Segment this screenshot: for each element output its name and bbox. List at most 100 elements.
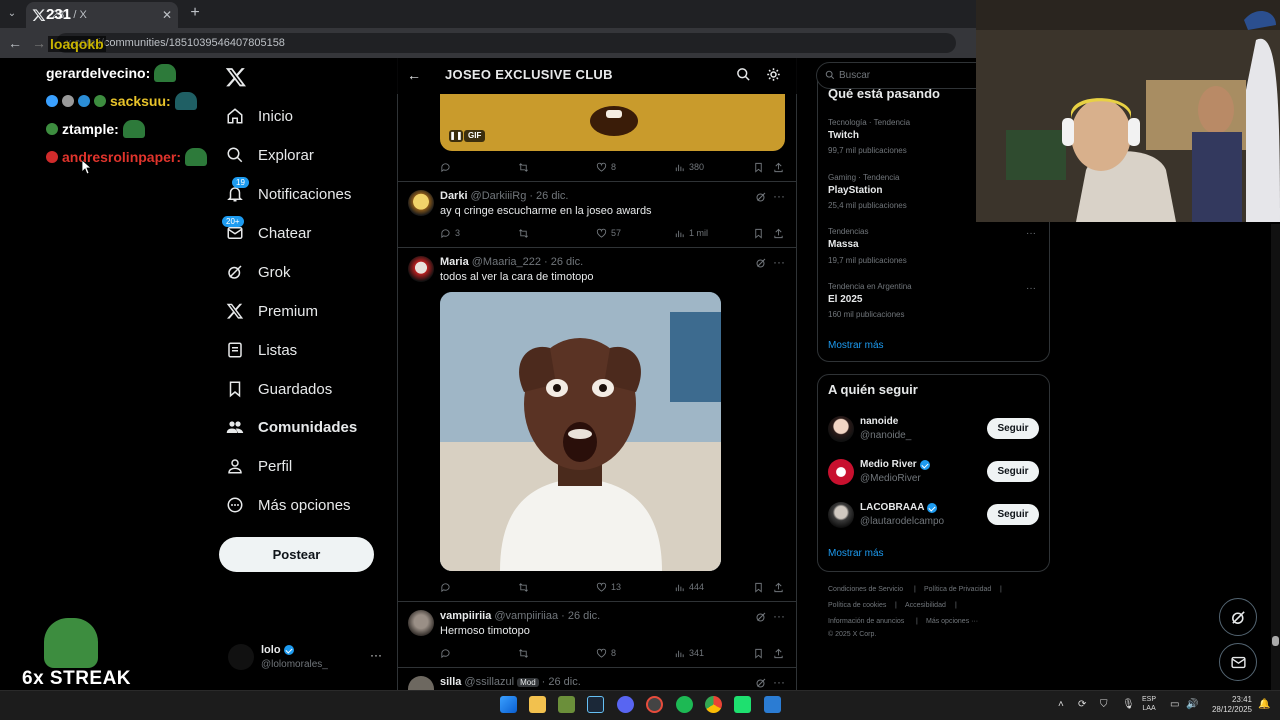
steam-icon[interactable] [587,696,604,713]
new-tab-button[interactable]: + [186,4,204,22]
views-button[interactable]: 341 [674,646,704,660]
nav-item-listas[interactable]: Listas [226,335,297,365]
minecraft-icon[interactable] [558,696,575,713]
author-name[interactable]: silla [440,676,461,688]
trend-name[interactable]: Massa [828,239,859,250]
gear-icon[interactable] [766,67,781,82]
share-button[interactable] [773,226,784,240]
nav-item-chatear[interactable]: 20+ Chatear [222,216,311,248]
nav-item-grok[interactable]: Grok [226,257,291,287]
author-name[interactable]: Darki [440,190,468,202]
tab-list-button[interactable]: ⌄ [4,6,20,22]
tweet-date[interactable]: · 26 dic. [544,256,583,268]
grok-icon[interactable] [755,191,767,203]
chevron-up-icon[interactable]: ˄ [1058,699,1064,710]
x-logo-icon[interactable] [225,66,247,88]
notification-center-icon[interactable]: 🔔 [1258,699,1270,710]
discord-icon[interactable] [617,696,634,713]
author-handle[interactable]: @DarkiiiRg [471,190,527,202]
like-button[interactable]: 8 [596,160,616,174]
bookmark-button[interactable] [753,646,764,660]
bookmark-button[interactable] [753,160,764,174]
file-explorer-icon[interactable] [529,696,546,713]
footer-link[interactable]: Accesibilidad [905,602,946,609]
kick-icon[interactable] [734,696,751,713]
author-handle[interactable]: @ssillazul [464,676,514,688]
avatar[interactable] [408,190,434,216]
more-icon[interactable]: ··· [773,255,785,269]
follow-name-row[interactable]: Medio River [860,459,930,470]
search-input[interactable]: Buscar [816,62,996,89]
nav-item-notificaciones[interactable]: 19 Notificaciones [226,177,351,209]
nav-item-inicio[interactable]: Inicio [226,101,293,131]
nav-item-mas-opciones[interactable]: Más opciones [226,490,351,520]
scrollbar-thumb[interactable] [1272,636,1279,646]
footer-link[interactable]: Información de anuncios [828,618,904,625]
grok-icon[interactable] [755,677,767,689]
avatar[interactable] [828,459,854,485]
repost-button[interactable] [518,646,529,660]
grok-floating-button[interactable] [1219,598,1257,636]
more-icon[interactable]: ··· [370,648,382,662]
avatar[interactable] [408,610,434,636]
share-button[interactable] [773,580,784,594]
views-button[interactable]: 380 [674,160,704,174]
volume-icon[interactable]: 🔊 [1186,699,1198,710]
forward-button[interactable]: → [30,34,48,52]
share-button[interactable] [773,160,784,174]
trend-name[interactable]: Twitch [828,130,859,141]
reply-button[interactable] [440,580,451,594]
more-icon[interactable]: ··· [773,675,785,689]
microphone-icon[interactable]: 🎙 [1122,699,1135,710]
messages-floating-button[interactable] [1219,643,1257,681]
avatar[interactable] [828,502,854,528]
views-button[interactable]: 1 mil [674,226,708,240]
grok-icon[interactable] [755,611,767,623]
nav-item-explorar[interactable]: Explorar [226,140,314,170]
chrome-icon[interactable] [705,696,722,713]
nav-item-comunidades[interactable]: Comunidades [226,412,357,442]
follow-name-row[interactable]: nanoide [860,416,898,427]
show-more-follow-link[interactable]: Mostrar más [828,548,884,559]
nav-item-guardados[interactable]: Guardados [226,374,332,404]
share-button[interactable] [773,646,784,660]
follow-button[interactable]: Seguir [987,418,1039,439]
avatar[interactable] [828,416,854,442]
show-more-trends-link[interactable]: Mostrar más [828,340,884,351]
more-icon[interactable]: ··· [773,609,785,623]
author-name[interactable]: vampiiriia [440,610,491,622]
follow-button[interactable]: Seguir [987,461,1039,482]
like-button[interactable]: 13 [596,580,621,594]
network-icon[interactable]: ▭ [1170,699,1179,710]
repost-button[interactable] [518,226,529,240]
trend-name[interactable]: El 2025 [828,294,862,305]
avatar[interactable] [408,256,434,282]
more-icon[interactable]: ··· [773,189,785,203]
url-field[interactable]: x.com/i/communities/1851039546407805158 [56,33,956,53]
footer-link[interactable]: Condiciones de Servicio [828,586,903,593]
notepad-icon[interactable] [764,696,781,713]
author-handle[interactable]: @Maaria_222 [472,256,541,268]
page-scrollbar[interactable] [1271,224,1280,690]
tab-close-icon[interactable]: ✕ [162,8,172,22]
bookmark-button[interactable] [753,580,764,594]
back-button[interactable]: ← [6,34,24,52]
reply-button[interactable]: 3 [440,226,460,240]
nav-item-premium[interactable]: Premium [226,296,318,326]
author-handle[interactable]: @vampiiriiaa [494,610,558,622]
tweet-date[interactable]: · 26 dic. [542,676,581,688]
grok-icon[interactable] [755,257,767,269]
input-language[interactable]: ESP LAA [1142,695,1156,713]
clock[interactable]: 23:41 28/12/2025 [1208,695,1252,715]
views-button[interactable]: 444 [674,580,704,594]
bookmark-button[interactable] [753,226,764,240]
author-name[interactable]: Maria [440,256,469,268]
repost-button[interactable] [518,580,529,594]
account-switcher[interactable]: lolo @lolomorales_ ··· [228,642,388,676]
nav-item-perfil[interactable]: Perfil [226,451,292,481]
follow-button[interactable]: Seguir [987,504,1039,525]
reply-button[interactable] [440,646,451,660]
footer-link[interactable]: Política de Privacidad [924,586,991,593]
post-button[interactable]: Postear [219,537,374,572]
like-button[interactable]: 57 [596,226,621,240]
